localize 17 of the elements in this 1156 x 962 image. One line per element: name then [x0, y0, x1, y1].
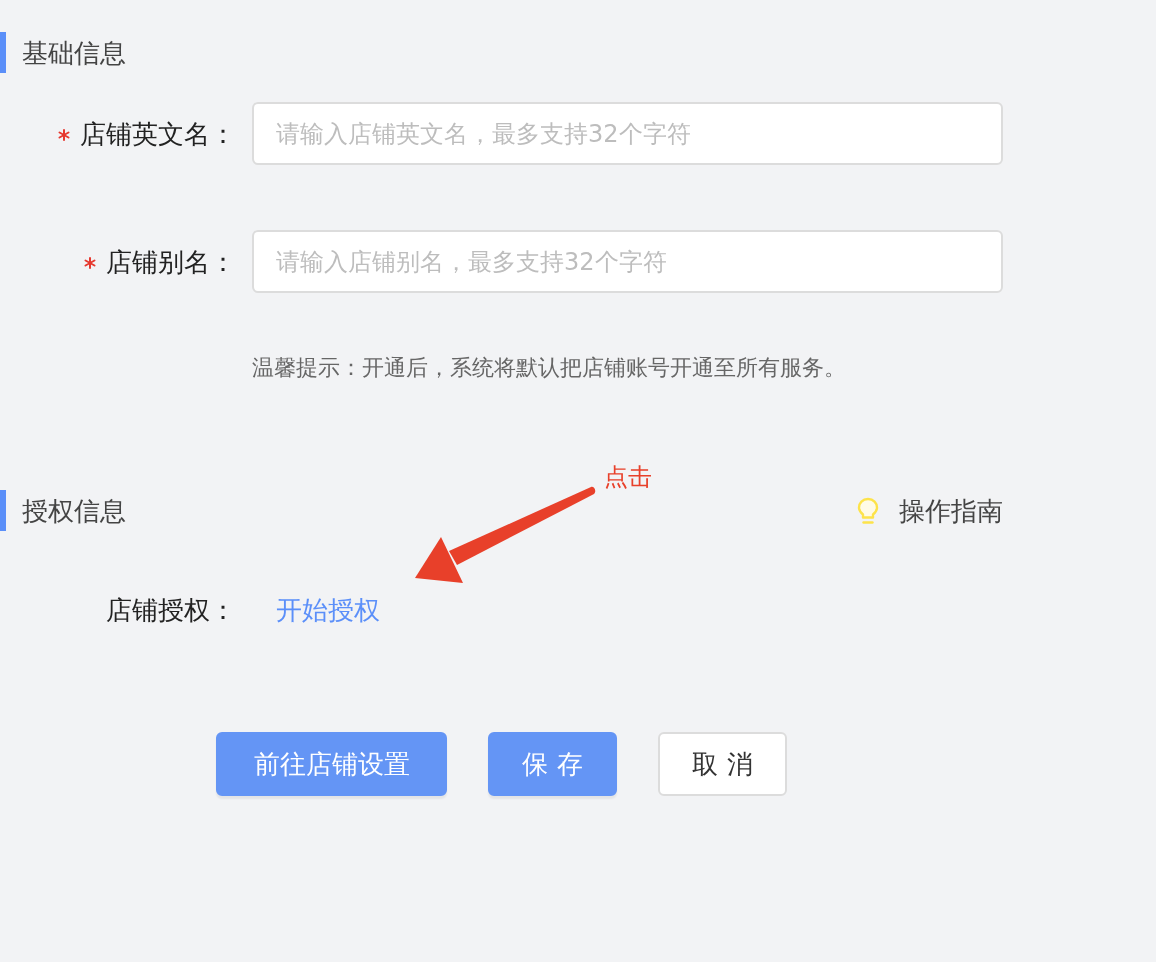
section-title: 基础信息 — [22, 36, 126, 70]
field-label: 店铺授权： — [106, 594, 236, 627]
text-input[interactable]: 请输入店铺英文名，最多支持32个字符 — [252, 102, 1003, 165]
lightbulb-icon — [857, 496, 879, 525]
action-button[interactable]: 取 消 — [658, 732, 787, 796]
action-button[interactable]: 前往店铺设置 — [216, 732, 447, 796]
field-label: 店铺别名： — [106, 245, 236, 279]
operation-guide-link[interactable]: 操作指南 — [857, 492, 1003, 529]
section-title: 授权信息 — [22, 494, 126, 528]
annotation-text: 点击 — [604, 462, 652, 493]
text-input[interactable]: 请输入店铺别名，最多支持32个字符 — [252, 230, 1003, 293]
field-label: 店铺英文名： — [80, 117, 236, 151]
hint-text: 温馨提示：开通后，系统将默认把店铺账号开通至所有服务。 — [252, 354, 846, 382]
action-button[interactable]: 保 存 — [488, 732, 617, 796]
section-marker — [0, 490, 6, 531]
section-marker — [0, 32, 6, 73]
start-authorization-link[interactable]: 开始授权 — [276, 592, 380, 628]
